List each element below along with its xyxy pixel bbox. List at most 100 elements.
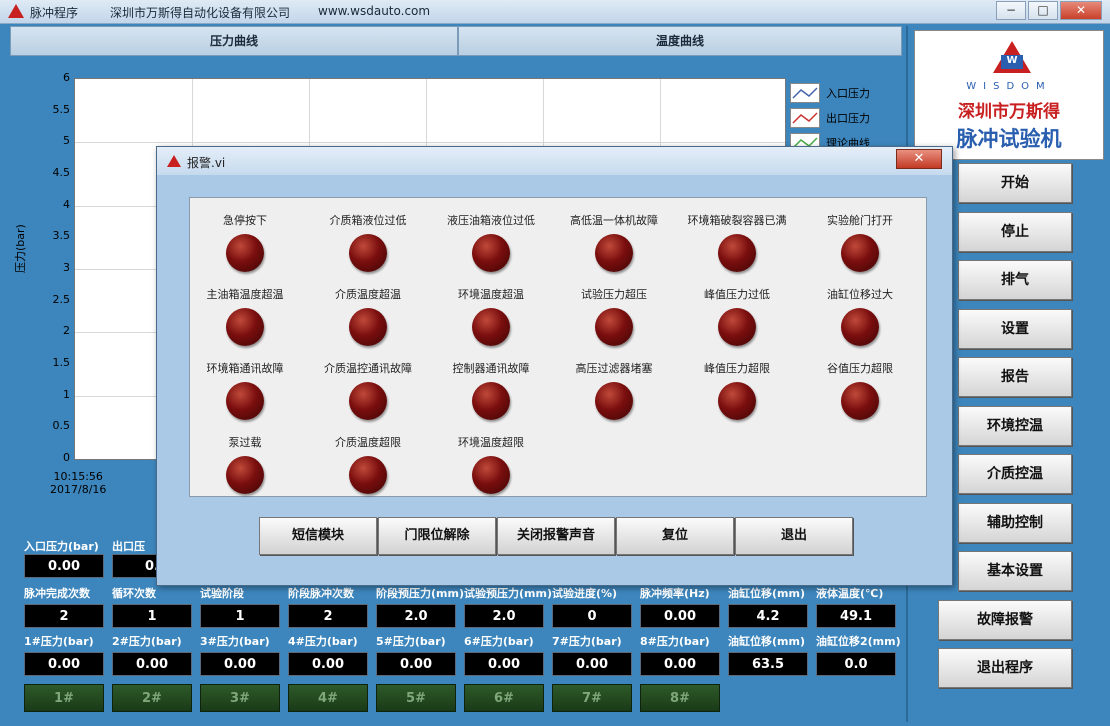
brand-company: 深圳市万斯得: [958, 102, 1060, 122]
alarm-led-icon: [718, 382, 756, 420]
alarm-label: 环境箱破裂容器已满: [687, 214, 787, 227]
y-tick-label: 4.5: [52, 166, 71, 179]
reading-value: 0.00: [640, 652, 720, 676]
env-temp-control-button[interactable]: 环境控温: [958, 405, 1072, 446]
channel-lamp-2[interactable]: 2#: [112, 684, 192, 712]
report-button[interactable]: 报告: [958, 357, 1072, 397]
alarm-indicator: 谷值压力超限: [795, 360, 925, 420]
channel-lamp-6[interactable]: 6#: [464, 684, 544, 712]
reading-value: 0: [552, 604, 632, 628]
x-axis-time-label: 10:15:56 2017/8/16: [50, 470, 106, 496]
reading-value: 0.00: [376, 652, 456, 676]
dialog-logo-icon: [167, 155, 181, 167]
y-tick-label: 5: [63, 134, 70, 148]
channel-lamp-3[interactable]: 3#: [200, 684, 280, 712]
reading-label: 6#压力(bar): [464, 635, 534, 648]
channel-lamp-1[interactable]: 1#: [24, 684, 104, 712]
alarm-indicator: 试验压力超压: [549, 286, 679, 346]
stop-button[interactable]: 停止: [958, 211, 1072, 252]
reading-label: 油缸位移2(mm): [816, 635, 901, 648]
alarm-indicator: 急停按下: [180, 212, 310, 272]
legend-item-inlet: 入口压力: [790, 80, 870, 105]
exit-program-button[interactable]: 退出程序: [938, 648, 1072, 688]
reading-label: 7#压力(bar): [552, 635, 622, 648]
channel-lamp-7[interactable]: 7#: [552, 684, 632, 712]
alarm-label: 试验压力超压: [581, 288, 647, 301]
alarm-indicator: 环境箱通讯故障: [180, 360, 310, 420]
close-button[interactable]: ✕: [1060, 1, 1102, 20]
fault-alarm-button[interactable]: 故障报警: [938, 599, 1072, 640]
basic-settings-button[interactable]: 基本设置: [958, 551, 1072, 591]
alarm-label: 实验舱门打开: [827, 214, 893, 227]
channel-lamp-4[interactable]: 4#: [288, 684, 368, 712]
legend-swatch: [790, 107, 820, 128]
tab-pressure-curve[interactable]: 压力曲线: [10, 26, 458, 56]
alarm-indicator: 环境温度超温: [426, 286, 556, 346]
alarm-led-icon: [226, 308, 264, 346]
y-tick-label: 4: [63, 197, 70, 211]
reading-label: 1#压力(bar): [24, 635, 94, 648]
alarm-label: 液压油箱液位过低: [447, 214, 535, 227]
sms-module-button[interactable]: 短信模块: [259, 517, 377, 555]
alarm-led-icon: [226, 234, 264, 272]
alarm-indicator: 峰值压力过低: [672, 286, 802, 346]
vent-button[interactable]: 排气: [958, 260, 1072, 300]
alarm-led-icon: [841, 308, 879, 346]
medium-temp-control-button[interactable]: 介质控温: [958, 454, 1072, 494]
reading-label: 脉冲完成次数: [24, 587, 90, 600]
alarm-label: 急停按下: [223, 214, 267, 227]
alarm-indicator-panel: 急停按下 介质箱液位过低 液压油箱液位过低 高低温一体机故障 环境箱破裂容器已满 实验舱门…: [189, 197, 927, 497]
alarm-label: 介质温度超限: [335, 436, 401, 449]
alarm-indicator: 环境温度超限: [426, 434, 556, 494]
alarm-led-icon: [472, 382, 510, 420]
alarm-indicator: 介质温度超限: [303, 434, 433, 494]
reading-value: 0.00: [200, 652, 280, 676]
channel-lamp-5[interactable]: 5#: [376, 684, 456, 712]
alarm-label: 高压过滤器堵塞: [575, 362, 653, 375]
reading-value: 2: [24, 604, 104, 628]
y-tick-label: 0.5: [52, 419, 71, 433]
alarm-indicator: 介质温控通讯故障: [303, 360, 433, 420]
x-axis-time: 10:15:56: [53, 470, 103, 483]
channel-lamp-8[interactable]: 8#: [640, 684, 720, 712]
alarm-led-icon: [841, 234, 879, 272]
settings-button[interactable]: 设置: [958, 308, 1072, 349]
alarm-led-icon: [718, 234, 756, 272]
exit-button[interactable]: 退出: [735, 517, 853, 555]
door-limit-release-button[interactable]: 门限位解除: [378, 517, 496, 555]
company-url: www.wsdauto.com: [318, 4, 431, 18]
brand-english: WISDOM: [966, 81, 1052, 92]
tab-temperature-curve[interactable]: 温度曲线: [458, 26, 902, 56]
alarm-indicator: 泵过载: [180, 434, 310, 494]
reading-value: 2.0: [464, 604, 544, 628]
alarm-indicator: 油缸位移过大: [795, 286, 925, 346]
reading-label: 8#压力(bar): [640, 635, 710, 648]
reading-value: 2.0: [376, 604, 456, 628]
reset-button[interactable]: 复位: [616, 517, 734, 555]
alarm-indicator: 主油箱温度超温: [180, 286, 310, 346]
alarm-led-icon: [472, 308, 510, 346]
alarm-indicator: 峰值压力超限: [672, 360, 802, 420]
aux-control-button[interactable]: 辅助控制: [958, 502, 1072, 543]
alarm-led-icon: [349, 234, 387, 272]
alarm-label: 环境温度超温: [458, 288, 524, 301]
reading-label: 阶段脉冲次数: [288, 587, 354, 600]
reading-label: 2#压力(bar): [112, 635, 182, 648]
alarm-led-icon: [226, 456, 264, 494]
y-tick-label: 1.5: [52, 356, 71, 369]
dialog-close-button[interactable]: ✕: [896, 149, 942, 169]
maximize-button[interactable]: □: [1028, 1, 1058, 20]
reading-label: 4#压力(bar): [288, 635, 358, 648]
legend-label: 出口压力: [826, 111, 870, 125]
alarm-label: 泵过载: [228, 436, 262, 449]
reading-value: 0.00: [640, 604, 720, 628]
dialog-title-bar: 报警.vi ✕: [157, 147, 952, 175]
alarm-label: 介质箱液位过低: [329, 214, 407, 227]
y-tick-label: 2.5: [52, 292, 71, 306]
mute-alarm-button[interactable]: 关闭报警声音: [497, 517, 615, 555]
alarm-indicator: 介质箱液位过低: [303, 212, 433, 272]
minimize-button[interactable]: −: [996, 1, 1026, 20]
start-button[interactable]: 开始: [958, 163, 1072, 203]
alarm-label: 谷值压力超限: [827, 362, 893, 375]
title-bar: 脉冲程序 深圳市万斯得自动化设备有限公司 www.wsdauto.com − □…: [0, 0, 1110, 24]
